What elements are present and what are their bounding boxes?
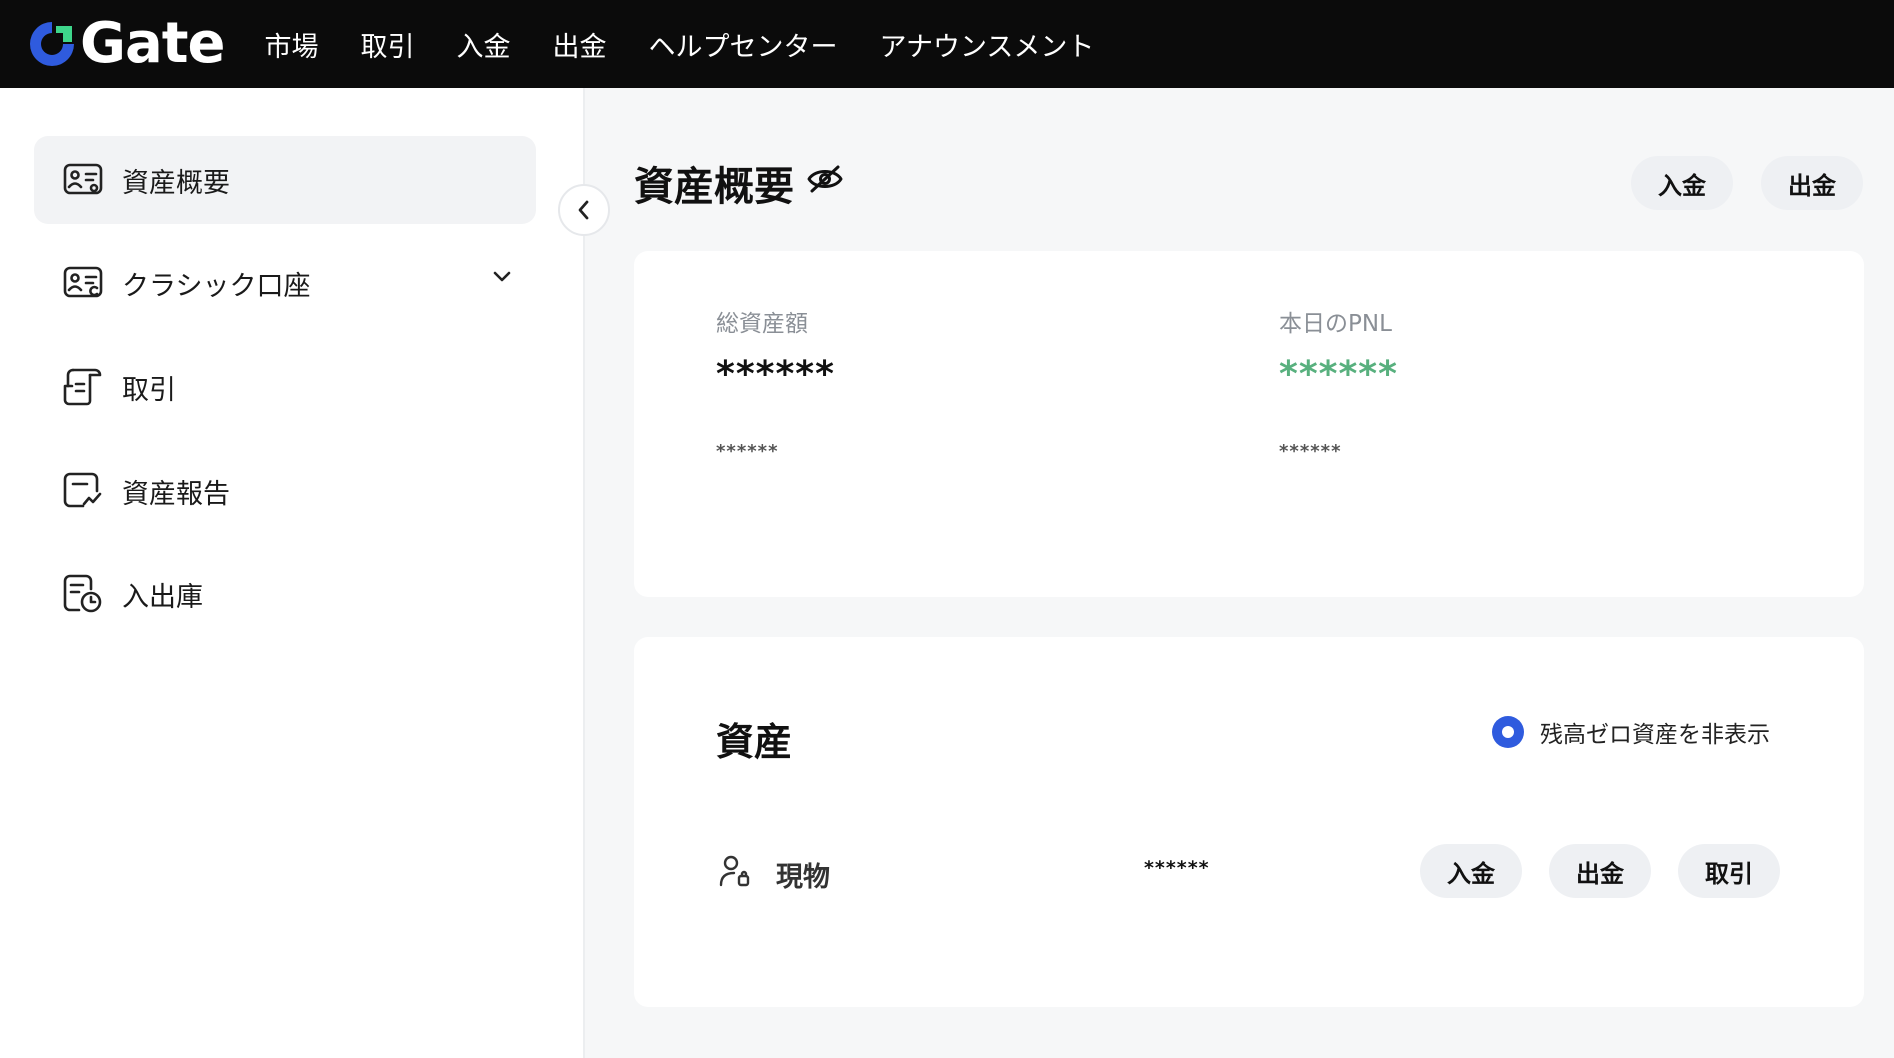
header-withdraw-button[interactable]: 出金 [1761,156,1863,210]
wallet-card-icon [62,159,104,201]
sidebar-item-label: クラシック口座 [122,270,311,302]
total-assets-value: ****** [716,354,835,395]
gate-logo-icon [30,22,74,66]
page-title: 資産概要 [634,164,794,210]
nav-announcements[interactable]: アナウンスメント [880,25,1095,64]
sidebar-item-label: 資産概要 [122,167,230,199]
hide-zero-balance-toggle[interactable]: 残高ゼロ資産を非表示 [1492,715,1770,749]
asset-row-name: 現物 [776,862,830,893]
header-deposit-button[interactable]: 入金 [1631,156,1733,210]
hide-zero-balance-label: 残高ゼロ資産を非表示 [1540,722,1770,748]
sidebar-item-deposit-withdraw-history[interactable]: 入出庫 [34,550,536,638]
sidebar-item-label: 入出庫 [122,581,203,613]
total-assets-label: 総資産額 [716,311,808,337]
nav-trade[interactable]: 取引 [361,25,415,64]
sidebar-item-classic-account[interactable]: クラシック口座 [34,239,536,327]
spot-withdraw-button[interactable]: 出金 [1549,844,1651,898]
spot-deposit-button[interactable]: 入金 [1420,844,1522,898]
eye-off-icon[interactable] [806,164,844,198]
sidebar-item-label: 取引 [122,374,176,406]
asset-row-value: ****** [1144,857,1210,879]
sidebar-item-label: 資産報告 [122,478,230,510]
sidebar: 資産概要 クラシック口座 取引 資産報告 入出庫 [0,88,585,1058]
account-card-icon [62,262,104,304]
sidebar-item-transactions[interactable]: 取引 [34,343,536,431]
nav-withdraw[interactable]: 出金 [553,25,607,64]
main-nav: 市場 取引 入金 出金 ヘルプセンター アナウンスメント [265,25,1137,64]
collapse-sidebar-button[interactable] [558,184,610,236]
spot-user-icon [718,854,752,892]
radio-checked-icon[interactable] [1492,716,1524,748]
nav-deposit[interactable]: 入金 [457,25,511,64]
today-pnl-value: ****** [1279,354,1398,395]
report-icon [62,470,104,512]
history-icon [62,573,104,615]
assets-section-title: 資産 [716,720,793,764]
asset-overview-card: 総資産額 ****** ****** 本日のPNL ****** ****** [634,251,1864,597]
spot-trade-button[interactable]: 取引 [1678,844,1780,898]
chevron-down-icon[interactable] [492,269,512,288]
top-navbar: Gate 市場 取引 入金 出金 ヘルプセンター アナウンスメント [0,0,1894,88]
gate-logo-text: Gate [80,11,226,76]
chevron-left-icon [578,200,589,220]
nav-help-center[interactable]: ヘルプセンター [649,25,838,64]
sidebar-item-asset-report[interactable]: 資産報告 [34,447,536,535]
sidebar-item-asset-overview[interactable]: 資産概要 [34,136,536,224]
transaction-icon [62,366,104,408]
gate-logo[interactable]: Gate [26,0,226,88]
today-pnl-sub-value: ****** [1279,441,1342,462]
nav-market[interactable]: 市場 [265,25,319,64]
total-assets-sub-value: ****** [716,441,779,462]
assets-card: 資産 残高ゼロ資産を非表示 現物 ****** 入金 出金 取引 [634,637,1864,1007]
today-pnl-label: 本日のPNL [1279,311,1392,337]
